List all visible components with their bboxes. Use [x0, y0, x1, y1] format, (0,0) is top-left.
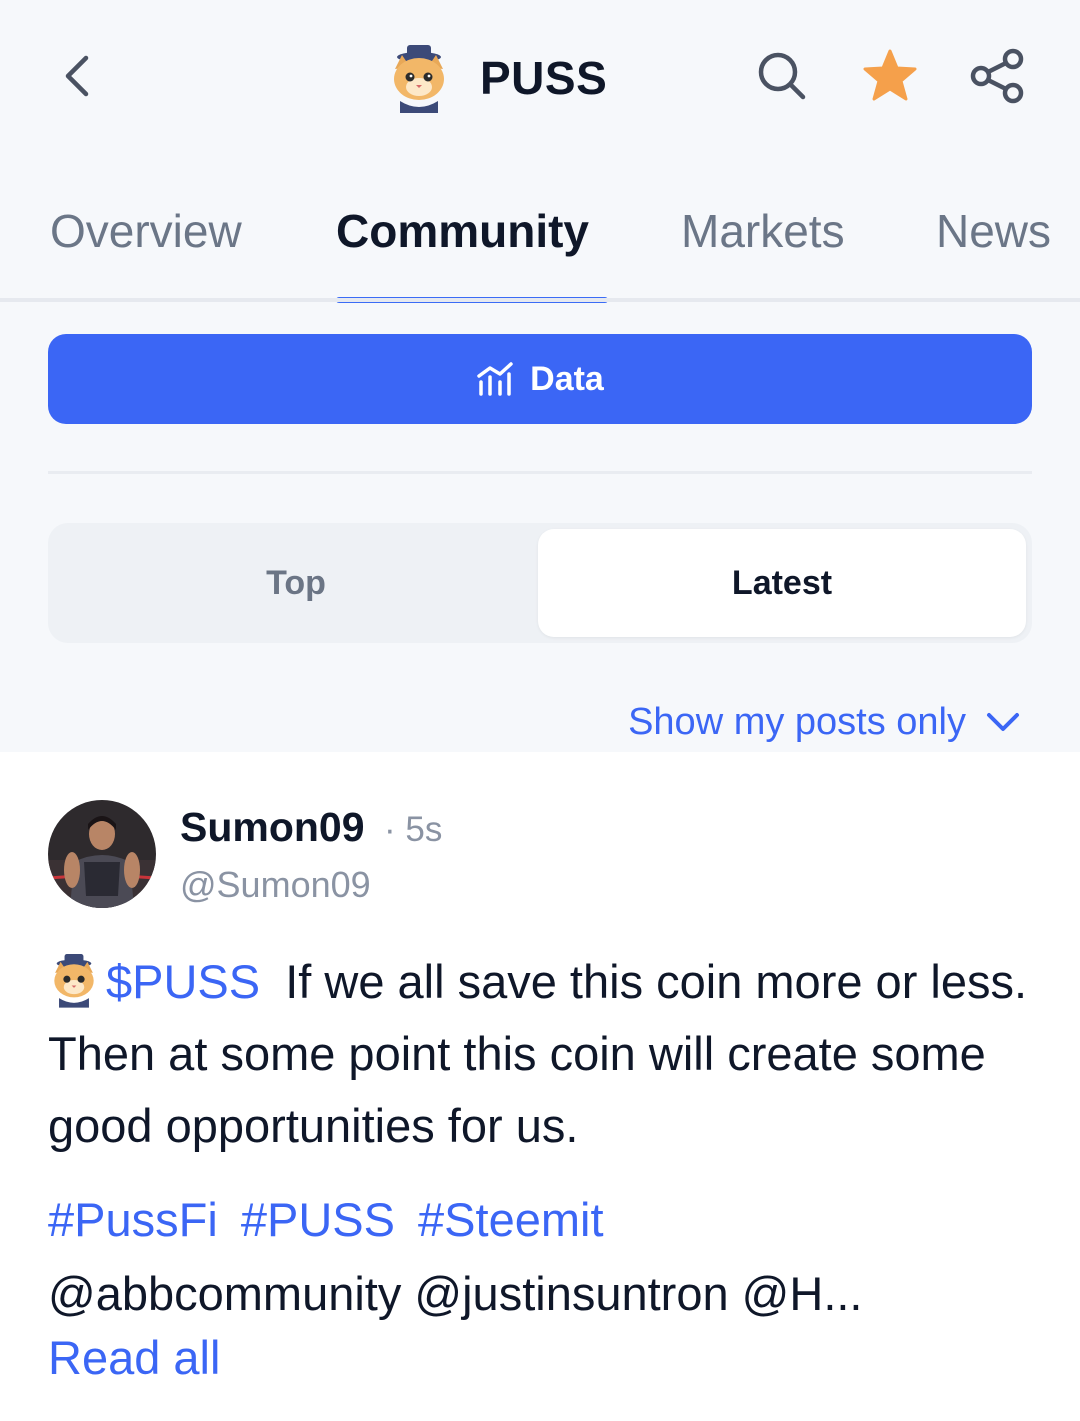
hashtag-link[interactable]: #Steemit — [418, 1193, 603, 1246]
hashtag-link[interactable]: #PussFi — [48, 1193, 218, 1246]
share-button[interactable] — [968, 46, 1028, 106]
divider — [48, 471, 1032, 474]
favorite-button[interactable] — [860, 46, 920, 106]
coin-header: PUSS — [386, 40, 607, 116]
share-icon — [970, 48, 1024, 104]
avatar[interactable] — [48, 800, 156, 908]
show-my-posts-filter[interactable]: Show my posts only — [628, 694, 1022, 750]
tab-bar: Overview Community Markets News — [0, 180, 1080, 303]
post-text: $PUSS If we all save this coin more or l… — [48, 946, 1038, 1162]
data-button[interactable]: Data — [48, 334, 1032, 424]
tab-overview[interactable]: Overview — [50, 204, 242, 258]
hashtag-link[interactable]: #PUSS — [241, 1193, 395, 1246]
author-name[interactable]: Sumon09 — [180, 804, 365, 851]
mentions[interactable]: @abbcommunity @justinsuntron @H... — [48, 1266, 863, 1321]
post-timestamp: · 5s — [384, 810, 443, 849]
sort-top-option[interactable]: Top — [54, 529, 538, 637]
tabs-divider — [0, 298, 1080, 302]
back-button[interactable] — [48, 48, 104, 104]
chart-icon — [477, 362, 513, 396]
tab-community[interactable]: Community — [336, 204, 589, 258]
show-my-posts-label: Show my posts only — [628, 700, 966, 743]
search-button[interactable] — [752, 46, 812, 106]
puss-logo-icon — [394, 45, 444, 113]
author-handle[interactable]: @Sumon09 — [180, 864, 371, 906]
page-title: PUSS — [480, 52, 608, 104]
chevron-left-icon — [65, 55, 89, 97]
search-icon — [758, 52, 806, 100]
tab-news[interactable]: News — [936, 204, 1051, 258]
sort-latest-option[interactable]: Latest — [538, 529, 1026, 637]
puss-coin-icon — [54, 954, 94, 1008]
hashtags: #PussFi #PUSS #Steemit — [48, 1192, 614, 1247]
data-button-label: Data — [530, 359, 604, 398]
tab-markets[interactable]: Markets — [681, 204, 845, 258]
sort-segmented-control: Top Latest — [48, 523, 1032, 643]
cashtag-link[interactable]: $PUSS — [106, 955, 260, 1008]
read-all-link[interactable]: Read all — [48, 1330, 220, 1385]
star-icon — [863, 49, 917, 101]
chevron-down-icon — [987, 713, 1019, 731]
